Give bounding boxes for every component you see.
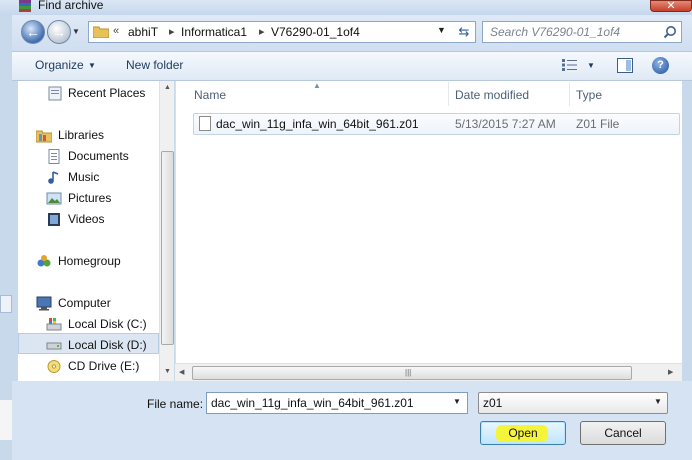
file-name-label: File name: (147, 397, 204, 411)
nav-item-homegroup[interactable]: Homegroup (18, 251, 159, 272)
new-folder-button[interactable]: New folder (126, 58, 183, 72)
file-list-horizontal-scrollbar[interactable]: ◀ ||| ▶ (175, 363, 682, 381)
scroll-right-icon[interactable]: ▶ (668, 368, 673, 376)
breadcrumb-separator-icon[interactable]: ▸ (169, 25, 175, 38)
help-icon[interactable]: ? (652, 57, 669, 74)
breadcrumb-abhit[interactable]: abhiT (128, 25, 158, 39)
search-icon[interactable] (663, 25, 677, 39)
file-name-dropdown-icon[interactable]: ▼ (453, 397, 461, 406)
file-type-value: z01 (483, 396, 503, 410)
search-box[interactable]: Search V76290-01_1of4 (482, 21, 682, 43)
breadcrumb-separator-icon[interactable]: ▸ (259, 25, 265, 38)
nav-item-computer[interactable]: Computer (18, 293, 159, 314)
nav-item-recent-places[interactable]: Recent Places (18, 83, 159, 104)
scrollbar-grip-icon: ||| (405, 368, 412, 377)
nav-item-documents[interactable]: Documents (18, 146, 159, 167)
file-name-cell[interactable]: dac_win_11g_infa_win_64bit_961.z01 (216, 117, 419, 131)
pictures-icon (46, 192, 62, 205)
address-bar[interactable]: « abhiT ▸ Informatica1 ▸ V76290-01_1of4 … (88, 21, 474, 43)
breadcrumb-overflow[interactable]: « (113, 25, 119, 37)
column-header-name[interactable]: Name (194, 88, 226, 102)
nav-item-videos[interactable]: Videos (18, 209, 159, 230)
file-type-dropdown-icon[interactable]: ▼ (654, 397, 662, 406)
nav-item-local-disk-d[interactable]: Local Disk (D:) (18, 335, 159, 356)
computer-icon (36, 296, 52, 311)
nav-item-label: Documents (68, 149, 129, 163)
scroll-up-icon[interactable]: ▲ (164, 84, 171, 91)
title-bar: Find archive (0, 0, 692, 15)
documents-icon (48, 149, 60, 164)
address-dropdown-icon[interactable]: ▼ (437, 25, 446, 35)
nav-item-label: Homegroup (58, 254, 121, 268)
scrollbar-thumb[interactable]: ||| (192, 366, 632, 380)
column-divider[interactable] (448, 82, 449, 106)
recent-places-icon (48, 86, 62, 101)
nav-item-pictures[interactable]: Pictures (18, 188, 159, 209)
scroll-left-icon[interactable]: ◀ (179, 368, 184, 376)
search-input[interactable]: Search V76290-01_1of4 (490, 25, 620, 39)
folder-icon (93, 26, 109, 38)
nav-item-music[interactable]: Music (18, 167, 159, 188)
file-icon (199, 116, 211, 131)
column-header-date-modified[interactable]: Date modified (455, 88, 529, 102)
scroll-down-icon[interactable]: ▼ (164, 368, 171, 375)
nav-item-label: Local Disk (D:) (68, 338, 147, 352)
column-divider[interactable] (569, 82, 570, 106)
back-arrow-icon: ← (26, 24, 40, 40)
preview-pane-icon[interactable] (617, 58, 633, 73)
cancel-button[interactable]: Cancel (580, 421, 666, 445)
recent-pages-dropdown-icon[interactable]: ▼ (72, 27, 82, 37)
close-window-button[interactable]: ✕ (650, 0, 692, 12)
cd-drive-icon (47, 360, 61, 373)
open-button-label[interactable]: Open (480, 421, 566, 445)
archive-app-icon (19, 0, 31, 12)
nav-item-label: CD Drive (E:) (68, 359, 140, 373)
nav-item-label: Local Disk (C:) (68, 317, 147, 331)
local-disk-c-icon (46, 318, 62, 331)
window-title: Find archive (38, 0, 104, 12)
nav-item-label: Videos (68, 212, 105, 226)
breadcrumb-informatica1[interactable]: Informatica1 (181, 25, 247, 39)
background-fragment (0, 400, 12, 440)
nav-item-libraries[interactable]: Libraries (18, 125, 159, 146)
forward-arrow-icon: → (52, 24, 66, 40)
close-icon: ✕ (666, 0, 676, 12)
nav-item-label: Computer (58, 296, 111, 310)
file-name-combobox[interactable]: dac_win_11g_infa_win_64bit_961.z01 ▼ (206, 392, 468, 414)
file-type-cell: Z01 File (576, 117, 620, 131)
background-window-edge (0, 15, 12, 460)
file-type-select[interactable]: z01 ▼ (478, 392, 668, 414)
nav-item-label: Music (68, 170, 100, 184)
local-disk-d-icon (46, 342, 62, 350)
music-icon (48, 171, 59, 184)
nav-item-label: Pictures (68, 191, 112, 205)
libraries-icon (36, 130, 52, 143)
nav-item-label: Recent Places (68, 86, 146, 100)
sort-ascending-icon: ▲ (313, 81, 321, 90)
organize-dropdown-icon[interactable]: ▼ (88, 61, 96, 70)
navigation-pane-scrollbar[interactable]: ▲ ▼ (159, 81, 174, 381)
refresh-icon: ⇆ (458, 24, 470, 39)
column-header-type[interactable]: Type (576, 88, 602, 102)
homegroup-icon (37, 255, 51, 267)
nav-item-label: Libraries (58, 128, 105, 142)
views-dropdown-icon[interactable]: ▼ (587, 61, 595, 70)
file-date-cell: 5/13/2015 7:27 AM (455, 117, 556, 131)
organize-button[interactable]: Organize (35, 58, 84, 72)
change-view-icon[interactable] (561, 58, 579, 72)
forward-button[interactable]: → (47, 20, 71, 44)
nav-item-cd-drive[interactable]: CD Drive (E:) (18, 356, 159, 377)
back-button[interactable]: ← (21, 20, 45, 44)
videos-icon (48, 213, 60, 226)
breadcrumb-current-folder[interactable]: V76290-01_1of4 (271, 25, 360, 39)
nav-item-local-disk-c[interactable]: Local Disk (C:) (18, 314, 159, 335)
file-name-input[interactable]: dac_win_11g_infa_win_64bit_961.z01 (211, 396, 414, 410)
scrollbar-thumb[interactable] (161, 151, 174, 345)
refresh-button[interactable]: ⇆ (453, 21, 476, 43)
background-fragment (0, 295, 12, 313)
